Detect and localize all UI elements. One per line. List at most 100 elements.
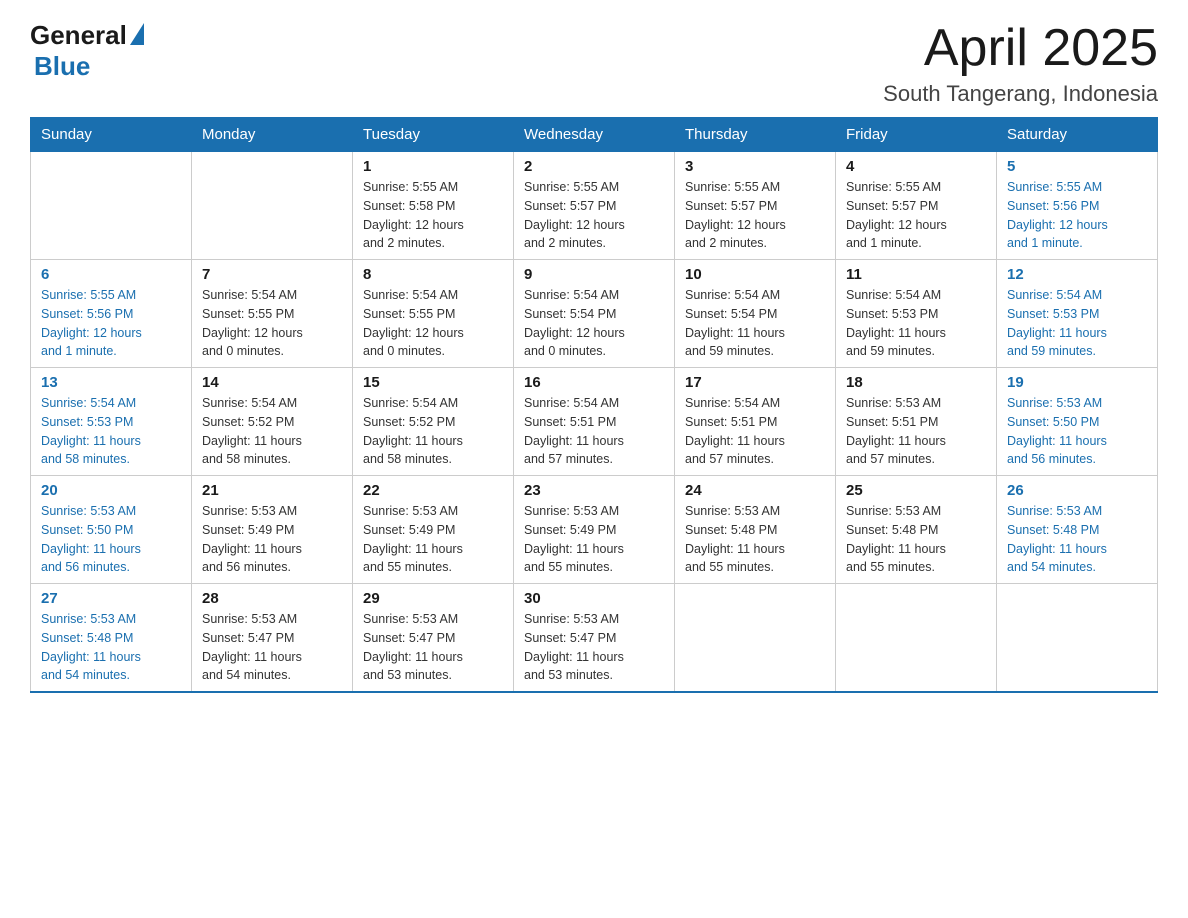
calendar-cell [31,152,192,260]
logo-triangle-icon [130,23,144,45]
calendar-cell: 26 Sunrise: 5:53 AMSunset: 5:48 PMDayligh… [997,476,1158,584]
day-info: Sunrise: 5:54 AMSunset: 5:55 PMDaylight:… [202,286,342,361]
calendar-cell: 9 Sunrise: 5:54 AMSunset: 5:54 PMDaylight… [514,260,675,368]
calendar-cell: 2 Sunrise: 5:55 AMSunset: 5:57 PMDaylight… [514,152,675,260]
day-info: Sunrise: 5:55 AMSunset: 5:56 PMDaylight:… [41,286,181,361]
day-info: Sunrise: 5:55 AMSunset: 5:57 PMDaylight:… [524,178,664,253]
day-number: 23 [524,482,664,499]
day-number: 4 [846,158,986,175]
header-saturday: Saturday [997,118,1158,152]
day-number: 24 [685,482,825,499]
day-number: 10 [685,266,825,283]
calendar-cell: 4Sunrise: 5:55 AMSunset: 5:57 PMDaylight… [836,152,997,260]
day-number: 8 [363,266,503,283]
day-info: Sunrise: 5:53 AMSunset: 5:48 PMDaylight:… [846,502,986,577]
calendar-cell: 21 Sunrise: 5:53 AMSunset: 5:49 PMDayligh… [192,476,353,584]
day-info: Sunrise: 5:53 AMSunset: 5:49 PMDaylight:… [524,502,664,577]
calendar-cell: 13 Sunrise: 5:54 AMSunset: 5:53 PMDayligh… [31,368,192,476]
week-row-1: 1 Sunrise: 5:55 AMSunset: 5:58 PMDaylight… [31,152,1158,260]
calendar-cell: 14Sunrise: 5:54 AMSunset: 5:52 PMDayligh… [192,368,353,476]
day-info: Sunrise: 5:54 AMSunset: 5:53 PMDaylight:… [41,394,181,469]
day-info: Sunrise: 5:53 AMSunset: 5:48 PMDaylight:… [41,610,181,685]
day-info: Sunrise: 5:53 AMSunset: 5:49 PMDaylight:… [202,502,342,577]
day-info: Sunrise: 5:53 AMSunset: 5:47 PMDaylight:… [363,610,503,685]
day-number: 19 [1007,374,1147,391]
logo: General Blue [30,20,144,82]
day-info: Sunrise: 5:54 AMSunset: 5:51 PMDaylight:… [685,394,825,469]
day-number: 14 [202,374,342,391]
calendar-cell: 5Sunrise: 5:55 AMSunset: 5:56 PMDaylight… [997,152,1158,260]
page-subtitle: South Tangerang, Indonesia [883,81,1158,107]
calendar-table: SundayMondayTuesdayWednesdayThursdayFrid… [30,117,1158,693]
day-info: Sunrise: 5:54 AMSunset: 5:52 PMDaylight:… [363,394,503,469]
day-number: 20 [41,482,181,499]
day-info: Sunrise: 5:55 AMSunset: 5:57 PMDaylight:… [685,178,825,253]
calendar-cell: 7Sunrise: 5:54 AMSunset: 5:55 PMDaylight… [192,260,353,368]
day-info: Sunrise: 5:53 AMSunset: 5:48 PMDaylight:… [1007,502,1147,577]
calendar-cell [192,152,353,260]
calendar-cell: 18 Sunrise: 5:53 AMSunset: 5:51 PMDayligh… [836,368,997,476]
day-info: Sunrise: 5:54 AMSunset: 5:54 PMDaylight:… [685,286,825,361]
day-info: Sunrise: 5:55 AMSunset: 5:56 PMDaylight:… [1007,178,1147,253]
day-number: 25 [846,482,986,499]
day-number: 9 [524,266,664,283]
calendar-cell [997,584,1158,693]
day-number: 27 [41,590,181,607]
day-info: Sunrise: 5:53 AMSunset: 5:50 PMDaylight:… [41,502,181,577]
calendar-cell: 20 Sunrise: 5:53 AMSunset: 5:50 PMDayligh… [31,476,192,584]
calendar-cell: 1 Sunrise: 5:55 AMSunset: 5:58 PMDaylight… [353,152,514,260]
calendar-cell: 11 Sunrise: 5:54 AMSunset: 5:53 PMDayligh… [836,260,997,368]
calendar-cell: 28 Sunrise: 5:53 AMSunset: 5:47 PMDayligh… [192,584,353,693]
day-number: 26 [1007,482,1147,499]
calendar-cell: 22 Sunrise: 5:53 AMSunset: 5:49 PMDayligh… [353,476,514,584]
day-number: 21 [202,482,342,499]
weekday-header-row: SundayMondayTuesdayWednesdayThursdayFrid… [31,118,1158,152]
day-info: Sunrise: 5:54 AMSunset: 5:53 PMDaylight:… [1007,286,1147,361]
day-number: 3 [685,158,825,175]
calendar-cell: 3 Sunrise: 5:55 AMSunset: 5:57 PMDaylight… [675,152,836,260]
logo-general-text: General [30,20,127,51]
day-info: Sunrise: 5:54 AMSunset: 5:54 PMDaylight:… [524,286,664,361]
day-number: 11 [846,266,986,283]
day-number: 2 [524,158,664,175]
calendar-cell: 15Sunrise: 5:54 AMSunset: 5:52 PMDayligh… [353,368,514,476]
calendar-cell: 30Sunrise: 5:53 AMSunset: 5:47 PMDayligh… [514,584,675,693]
page-header: General Blue April 2025 South Tangerang,… [30,20,1158,107]
day-info: Sunrise: 5:53 AMSunset: 5:51 PMDaylight:… [846,394,986,469]
day-info: Sunrise: 5:53 AMSunset: 5:50 PMDaylight:… [1007,394,1147,469]
calendar-cell: 6 Sunrise: 5:55 AMSunset: 5:56 PMDaylight… [31,260,192,368]
day-info: Sunrise: 5:53 AMSunset: 5:47 PMDaylight:… [202,610,342,685]
day-number: 1 [363,158,503,175]
day-info: Sunrise: 5:53 AMSunset: 5:48 PMDaylight:… [685,502,825,577]
header-friday: Friday [836,118,997,152]
day-info: Sunrise: 5:55 AMSunset: 5:58 PMDaylight:… [363,178,503,253]
calendar-cell: 10 Sunrise: 5:54 AMSunset: 5:54 PMDayligh… [675,260,836,368]
day-number: 16 [524,374,664,391]
header-tuesday: Tuesday [353,118,514,152]
day-info: Sunrise: 5:54 AMSunset: 5:51 PMDaylight:… [524,394,664,469]
day-number: 12 [1007,266,1147,283]
calendar-cell: 8 Sunrise: 5:54 AMSunset: 5:55 PMDaylight… [353,260,514,368]
day-info: Sunrise: 5:54 AMSunset: 5:55 PMDaylight:… [363,286,503,361]
header-monday: Monday [192,118,353,152]
day-number: 6 [41,266,181,283]
day-number: 18 [846,374,986,391]
logo-blue-text: Blue [34,51,90,82]
day-number: 13 [41,374,181,391]
week-row-5: 27 Sunrise: 5:53 AMSunset: 5:48 PMDayligh… [31,584,1158,693]
day-info: Sunrise: 5:53 AMSunset: 5:49 PMDaylight:… [363,502,503,577]
calendar-cell: 27 Sunrise: 5:53 AMSunset: 5:48 PMDayligh… [31,584,192,693]
calendar-cell: 19 Sunrise: 5:53 AMSunset: 5:50 PMDayligh… [997,368,1158,476]
page-title: April 2025 [883,20,1158,77]
day-number: 22 [363,482,503,499]
week-row-4: 20 Sunrise: 5:53 AMSunset: 5:50 PMDayligh… [31,476,1158,584]
day-number: 30 [524,590,664,607]
day-number: 28 [202,590,342,607]
day-number: 29 [363,590,503,607]
calendar-cell: 23 Sunrise: 5:53 AMSunset: 5:49 PMDayligh… [514,476,675,584]
week-row-3: 13 Sunrise: 5:54 AMSunset: 5:53 PMDayligh… [31,368,1158,476]
day-info: Sunrise: 5:54 AMSunset: 5:53 PMDaylight:… [846,286,986,361]
header-sunday: Sunday [31,118,192,152]
calendar-cell: 24 Sunrise: 5:53 AMSunset: 5:48 PMDayligh… [675,476,836,584]
calendar-cell: 29 Sunrise: 5:53 AMSunset: 5:47 PMDayligh… [353,584,514,693]
